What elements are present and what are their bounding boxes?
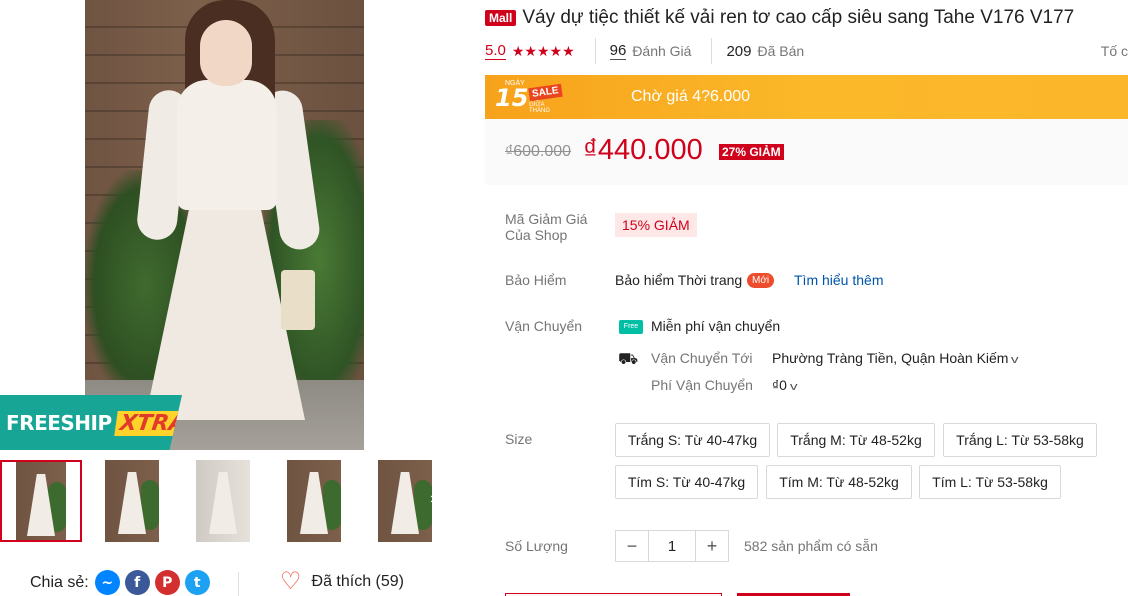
thumbnail-3[interactable] xyxy=(182,460,264,542)
chevron-down-icon: v xyxy=(789,381,798,393)
quantity-minus-button[interactable]: − xyxy=(616,531,648,561)
discount-badge: 27% GIẢM xyxy=(719,144,784,160)
quantity-plus-button[interactable]: + xyxy=(696,531,728,561)
freeship-text: FREESHIP xyxy=(6,411,112,435)
messenger-icon[interactable]: ~ xyxy=(94,570,120,595)
shipping-fee-value: ₫0 xyxy=(772,377,787,393)
size-option-trang-m[interactable]: Trắng M: Từ 48-52kg xyxy=(777,423,935,457)
flash-sale-banner: NGÀY 15 SALE GIỮA THÁNG Chờ giá 4?6.000 xyxy=(485,75,1128,119)
freeship-xtra-banner: FREESHIP XTRA xyxy=(0,395,182,450)
sale-day-logo: NGÀY 15 SALE GIỮA THÁNG xyxy=(495,80,563,114)
reviews-label: Đánh Giá xyxy=(632,43,692,59)
shipping-label: Vận Chuyển xyxy=(505,318,583,334)
twitter-icon[interactable]: t xyxy=(184,570,210,595)
sold-count: 209 xyxy=(726,42,752,60)
free-shipping-icon: Free xyxy=(619,320,643,334)
logo-sub: GIỮA THÁNG xyxy=(529,102,550,114)
quantity-input[interactable]: 1 xyxy=(648,531,696,561)
ship-to-selector[interactable]: Phường Tràng Tiền, Quận Hoàn Kiếm v xyxy=(772,350,1020,366)
voucher-chip[interactable]: 15% GIẢM xyxy=(615,213,697,237)
size-label: Size xyxy=(505,431,533,447)
ship-to-value: Phường Tràng Tiền, Quận Hoàn Kiếm xyxy=(772,350,1009,366)
size-option-trang-s[interactable]: Trắng S: Từ 40-47kg xyxy=(615,423,770,457)
share-bar: Chia sẻ: ~ f P t xyxy=(30,570,210,595)
thumbnail-2[interactable] xyxy=(91,460,173,542)
rating-row: 5.0 ★★★★★ 96 Đánh Giá 209 Đã Bán Tố c xyxy=(485,38,1128,64)
main-product-image[interactable]: FREESHIP XTRA xyxy=(0,0,452,450)
share-label: Chia sẻ: xyxy=(30,573,89,591)
product-title-row: Mall Váy dự tiệc thiết kế vải ren tơ cao… xyxy=(485,7,1074,29)
original-price: ₫600.000 xyxy=(505,143,572,160)
price-box: ₫600.000 ₫440.000 27% GIẢM xyxy=(485,119,1128,185)
rating-value[interactable]: 5.0 xyxy=(485,42,506,60)
stock-available-text: 582 sản phẩm có sẵn xyxy=(744,538,878,554)
thumbnail-4[interactable] xyxy=(273,460,355,542)
pinterest-icon[interactable]: P xyxy=(154,570,180,595)
new-badge: Mới xyxy=(747,273,775,288)
thumbnail-next-arrow-icon[interactable]: › xyxy=(430,490,435,508)
size-option-tim-m[interactable]: Tím M: Từ 48-52kg xyxy=(766,465,912,499)
free-shipping-text: Miễn phí vận chuyển xyxy=(651,318,781,334)
sold-label: Đã Bán xyxy=(757,43,805,59)
shipping-fee-label: Phí Vận Chuyển xyxy=(651,377,753,393)
mall-badge: Mall xyxy=(485,10,517,26)
truck-icon: ⛟ xyxy=(618,351,639,368)
logo-sale: SALE xyxy=(528,83,563,102)
flash-sale-text: Chờ giá 4?6.000 xyxy=(631,88,751,105)
logo-day: 15 xyxy=(495,84,529,112)
like-count-label: Đã thích (59) xyxy=(311,573,404,590)
reviews-count[interactable]: 96 xyxy=(609,42,627,60)
like-button[interactable]: ♡ Đã thích (59) xyxy=(280,570,404,594)
learn-more-link[interactable]: Tìm hiểu thêm xyxy=(794,272,883,288)
insurance-text: Bảo hiểm Thời trang xyxy=(615,272,743,288)
product-photo xyxy=(85,0,364,450)
current-price: ₫440.000 xyxy=(583,134,703,166)
size-option-trang-l[interactable]: Trắng L: Từ 53-58kg xyxy=(943,423,1097,457)
thumbnail-1[interactable] xyxy=(0,460,82,542)
size-option-tim-s[interactable]: Tím S: Từ 40-47kg xyxy=(615,465,758,499)
chevron-down-icon: v xyxy=(1011,354,1020,366)
voucher-label: Mã Giảm Giá Của Shop xyxy=(505,211,588,243)
shipping-fee-selector[interactable]: ₫0 v xyxy=(772,377,798,393)
facebook-icon[interactable]: f xyxy=(124,570,150,595)
heart-icon: ♡ xyxy=(280,568,302,595)
quantity-stepper: − 1 + xyxy=(615,530,729,562)
ship-to-label: Vận Chuyển Tới xyxy=(651,350,753,366)
share-divider xyxy=(238,572,239,596)
product-title: Váy dự tiệc thiết kế vải ren tơ cao cấp … xyxy=(522,7,1075,28)
quantity-label: Số Lượng xyxy=(505,538,568,554)
report-link[interactable]: Tố c xyxy=(1101,43,1128,59)
insurance-label: Bảo Hiểm xyxy=(505,272,567,288)
size-option-tim-l[interactable]: Tím L: Từ 53-58kg xyxy=(919,465,1061,499)
thumbnail-strip: › xyxy=(0,460,452,542)
rating-stars-icon: ★★★★★ xyxy=(511,42,575,59)
